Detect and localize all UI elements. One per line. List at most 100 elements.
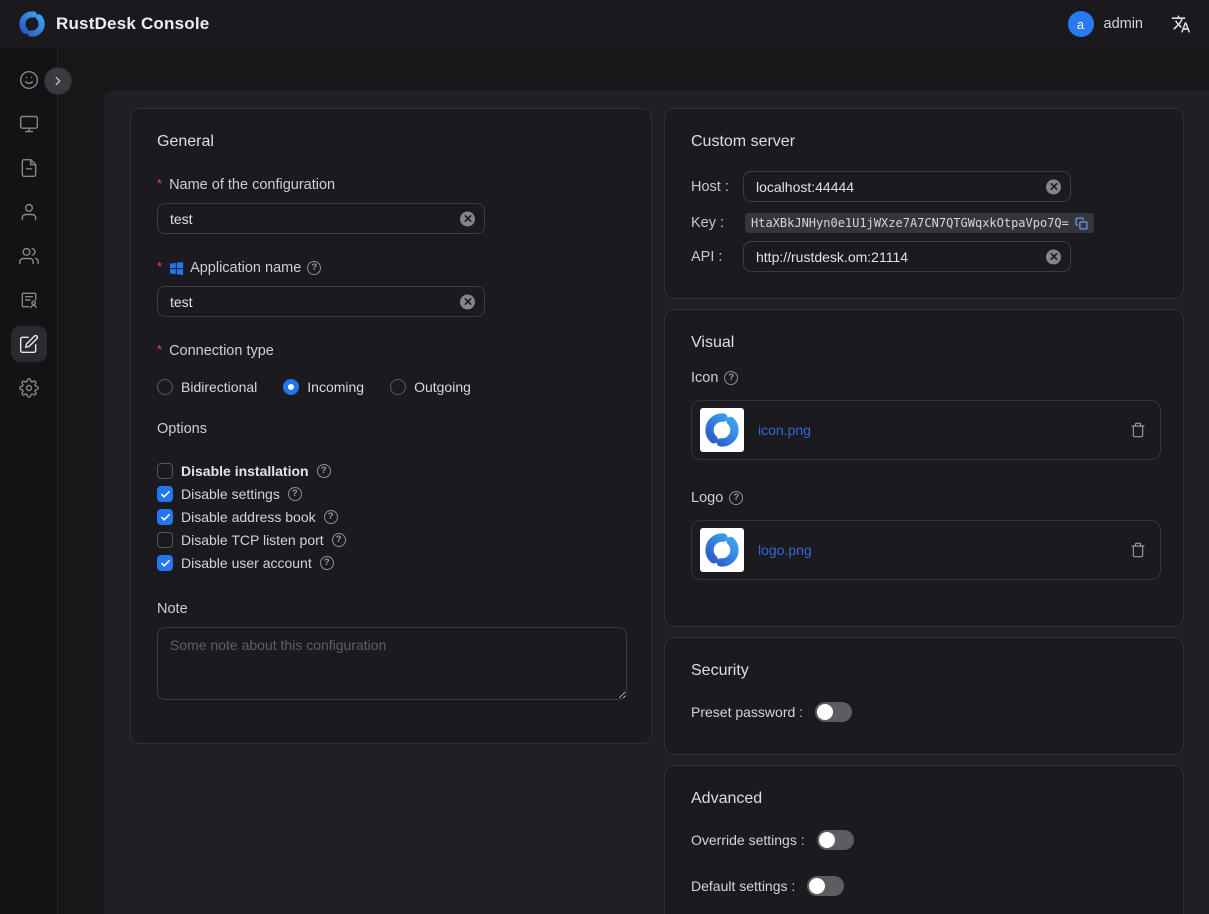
users-group-icon xyxy=(19,246,39,266)
custom-server-card: Custom server Host : xyxy=(664,108,1184,299)
icon-help-icon[interactable] xyxy=(724,371,738,385)
checkbox[interactable] xyxy=(157,463,173,479)
visual-title: Visual xyxy=(691,334,1157,352)
default-settings-toggle[interactable] xyxy=(807,876,844,896)
clear-application-name-icon[interactable] xyxy=(460,294,475,309)
user-name[interactable]: admin xyxy=(1104,16,1144,32)
radio-circle[interactable] xyxy=(390,379,406,395)
advanced-card: Advanced Override settings : Default set… xyxy=(664,765,1184,914)
required-asterisk: * xyxy=(157,259,162,274)
audit-log-icon xyxy=(19,290,39,310)
sidebar-item-settings[interactable] xyxy=(11,370,47,406)
preset-password-row: Preset password : xyxy=(691,702,1157,722)
checkbox[interactable] xyxy=(157,555,173,571)
radio-circle[interactable] xyxy=(283,379,299,395)
preset-password-toggle[interactable] xyxy=(815,702,852,722)
security-title: Security xyxy=(691,662,1157,680)
config-name-label: * Name of the configuration xyxy=(157,177,625,193)
option-disable-tcp-listen-port[interactable]: Disable TCP listen port xyxy=(157,532,625,548)
radio-option-bidirectional[interactable]: Bidirectional xyxy=(157,379,257,395)
preset-password-label: Preset password : xyxy=(691,704,803,720)
sidebar-item-custom-clients[interactable] xyxy=(11,326,47,362)
sidebar-expand-button[interactable] xyxy=(45,68,71,94)
api-row: API : xyxy=(691,241,1157,272)
main-panel: General * Name of the configuration xyxy=(104,90,1209,914)
language-icon[interactable] xyxy=(1171,14,1191,34)
advanced-title: Advanced xyxy=(691,790,1157,808)
clear-api-icon[interactable] xyxy=(1046,249,1061,264)
icon-file-box: icon.png xyxy=(691,400,1161,460)
radio-option-outgoing[interactable]: Outgoing xyxy=(390,379,471,395)
option-label: Disable address book xyxy=(181,509,316,525)
option-disable-settings[interactable]: Disable settings xyxy=(157,486,625,502)
default-settings-row: Default settings : xyxy=(691,876,1157,896)
host-input[interactable] xyxy=(743,171,1071,202)
radio-option-incoming[interactable]: Incoming xyxy=(283,379,364,395)
logo-file-box: logo.png xyxy=(691,520,1161,580)
logo-help-icon[interactable] xyxy=(729,491,743,505)
avatar[interactable]: a xyxy=(1068,11,1094,37)
clear-host-icon[interactable] xyxy=(1046,179,1061,194)
option-label: Disable settings xyxy=(181,486,280,502)
icon-thumbnail xyxy=(700,408,744,452)
options-checkbox-list: Disable installation Disable settings xyxy=(157,463,625,571)
custom-server-title: Custom server xyxy=(691,133,1157,151)
key-value: HtaXBkJNHyn0e1U1jWXze7A7CN7QTGWqxkOtpaVp… xyxy=(751,216,1069,230)
options-label: Options xyxy=(157,421,625,437)
checkbox[interactable] xyxy=(157,509,173,525)
general-card-title: General xyxy=(157,133,625,151)
option-disable-address-book[interactable]: Disable address book xyxy=(157,509,625,525)
brand: RustDesk Console xyxy=(18,10,209,38)
key-value-pill: HtaXBkJNHyn0e1U1jWXze7A7CN7QTGWqxkOtpaVp… xyxy=(745,213,1094,233)
checkbox[interactable] xyxy=(157,486,173,502)
disable-installation-help-icon[interactable] xyxy=(317,464,331,478)
monitor-icon xyxy=(19,114,39,134)
disable-address-book-help-icon[interactable] xyxy=(324,510,338,524)
host-input-wrap xyxy=(743,171,1071,202)
override-settings-label: Override settings : xyxy=(691,832,805,848)
application-name-help-icon[interactable] xyxy=(307,261,321,275)
host-row: Host : xyxy=(691,171,1157,202)
clear-config-name-icon[interactable] xyxy=(460,211,475,226)
radio-label: Incoming xyxy=(307,379,364,395)
override-settings-toggle[interactable] xyxy=(817,830,854,850)
general-card: General * Name of the configuration xyxy=(130,108,652,744)
sidebar-item-devices[interactable] xyxy=(11,106,47,142)
delete-logo-trash-icon[interactable] xyxy=(1130,542,1146,558)
default-settings-label: Default settings : xyxy=(691,878,795,894)
note-textarea[interactable] xyxy=(157,627,627,700)
api-input[interactable] xyxy=(743,241,1071,272)
copy-key-icon[interactable] xyxy=(1075,217,1088,230)
sidebar xyxy=(0,48,58,914)
sidebar-item-groups[interactable] xyxy=(11,238,47,274)
icon-file-link[interactable]: icon.png xyxy=(758,422,811,438)
icon-label: Icon xyxy=(691,370,1157,386)
override-settings-row: Override settings : xyxy=(691,830,1157,850)
option-label: Disable installation xyxy=(181,463,309,479)
rustdesk-logo-icon xyxy=(18,10,46,38)
disable-user-account-help-icon[interactable] xyxy=(320,556,334,570)
sidebar-item-audit[interactable] xyxy=(11,282,47,318)
security-card: Security Preset password : xyxy=(664,637,1184,755)
content-background: General * Name of the configuration xyxy=(58,48,1209,914)
smiley-icon xyxy=(19,70,39,90)
application-name-input[interactable] xyxy=(157,286,485,317)
sidebar-item-documents[interactable] xyxy=(11,150,47,186)
checkbox[interactable] xyxy=(157,532,173,548)
required-asterisk: * xyxy=(157,176,162,191)
config-name-input[interactable] xyxy=(157,203,485,234)
application-name-input-wrap xyxy=(157,286,485,317)
option-label: Disable user account xyxy=(181,555,312,571)
disable-settings-help-icon[interactable] xyxy=(288,487,302,501)
connection-type-label: * Connection type xyxy=(157,343,625,359)
delete-icon-trash-icon[interactable] xyxy=(1130,422,1146,438)
radio-circle[interactable] xyxy=(157,379,173,395)
option-disable-installation[interactable]: Disable installation xyxy=(157,463,625,479)
disable-tcp-listen-port-help-icon[interactable] xyxy=(332,533,346,547)
sidebar-item-dashboard[interactable] xyxy=(11,62,47,98)
option-label: Disable TCP listen port xyxy=(181,532,324,548)
option-disable-user-account[interactable]: Disable user account xyxy=(157,555,625,571)
document-icon xyxy=(19,158,39,178)
logo-file-link[interactable]: logo.png xyxy=(758,542,812,558)
sidebar-item-users[interactable] xyxy=(11,194,47,230)
